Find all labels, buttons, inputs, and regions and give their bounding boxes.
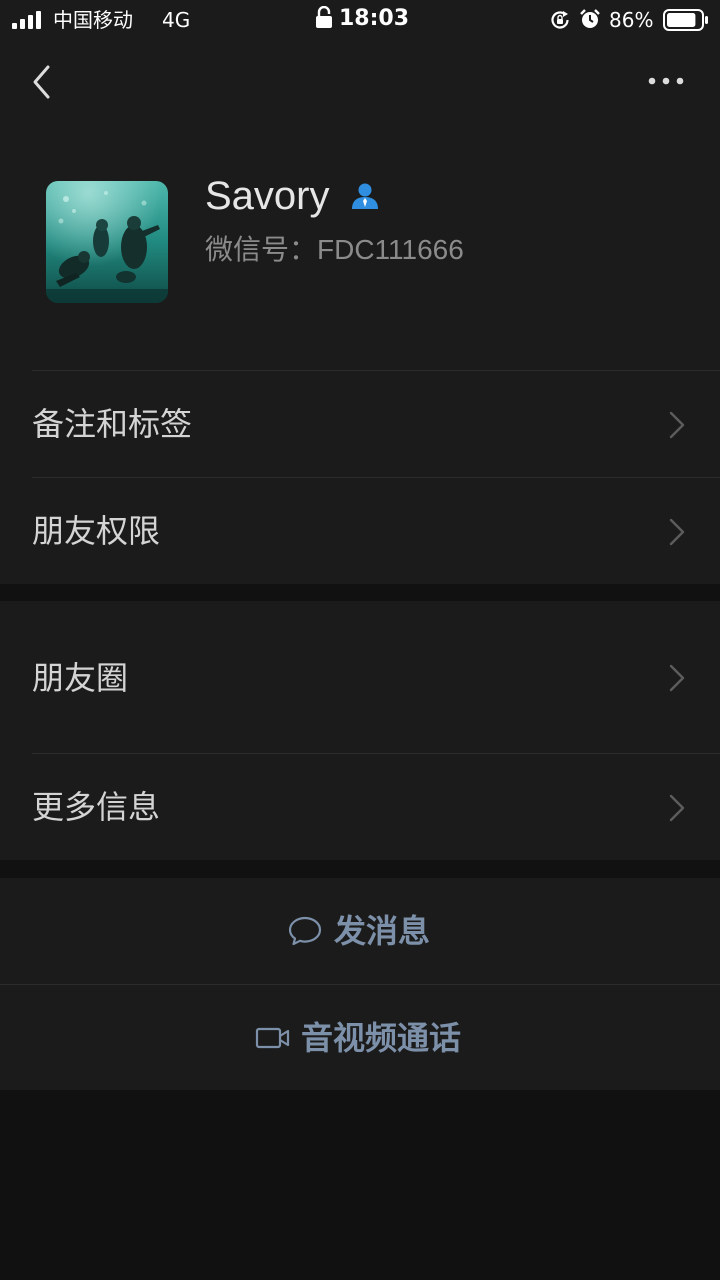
clock-time: 18:03	[339, 6, 410, 31]
chevron-right-icon	[669, 664, 685, 692]
status-bar: 中国移动 4G 18:03 86%	[0, 0, 720, 40]
send-message-label: 发消息	[334, 912, 431, 950]
chevron-right-icon	[669, 411, 685, 439]
wechat-id: 微信号：FDC111666	[205, 234, 464, 265]
avatar-image	[46, 181, 168, 303]
chevron-right-icon	[669, 794, 685, 822]
rotation-lock-icon	[551, 11, 569, 29]
menu-item-friend-permissions[interactable]: 朋友权限	[0, 477, 720, 584]
settings-group-1: 备注和标签 朋友权限	[0, 370, 720, 584]
back-button[interactable]	[24, 60, 64, 104]
profile-header: Savory 微信号：FDC111666	[0, 120, 720, 370]
video-call-label: 音视频通话	[301, 1019, 462, 1057]
video-call-button[interactable]: 音视频通话	[0, 985, 720, 1091]
carrier-label: 中国移动	[53, 8, 133, 32]
more-dots-icon	[648, 77, 684, 85]
menu-item-more-info[interactable]: 更多信息	[0, 753, 720, 860]
settings-group-2: 朋友圈 更多信息	[0, 601, 720, 860]
menu-item-label: 备注和标签	[32, 405, 193, 443]
network-type: 4G	[162, 8, 191, 32]
chevron-left-icon	[33, 65, 50, 99]
avatar[interactable]	[46, 181, 168, 303]
lock-icon	[316, 6, 332, 28]
action-group: 发消息 音视频通话	[0, 878, 720, 1090]
navigation-bar	[0, 40, 720, 120]
chat-bubble-icon	[288, 916, 322, 946]
more-options-button[interactable]	[640, 64, 696, 98]
contact-profile-page: 中国移动 4G 18:03 86% Savory 微信号：FDC111666 备…	[0, 0, 720, 1280]
menu-item-remarks-tags[interactable]: 备注和标签	[0, 370, 720, 477]
menu-item-moments[interactable]: 朋友圈	[0, 601, 720, 753]
menu-item-label: 朋友权限	[32, 512, 161, 550]
send-message-button[interactable]: 发消息	[0, 878, 720, 984]
menu-item-label: 更多信息	[32, 788, 161, 826]
menu-item-label: 朋友圈	[32, 659, 129, 697]
battery-percent: 86%	[609, 8, 654, 32]
signal-strength-icon	[12, 11, 46, 29]
battery-icon	[663, 9, 708, 31]
video-camera-icon	[255, 1027, 290, 1049]
alarm-clock-icon	[580, 9, 600, 28]
person-icon	[352, 183, 378, 209]
contact-name: Savory	[205, 174, 330, 218]
chevron-right-icon	[669, 518, 685, 546]
